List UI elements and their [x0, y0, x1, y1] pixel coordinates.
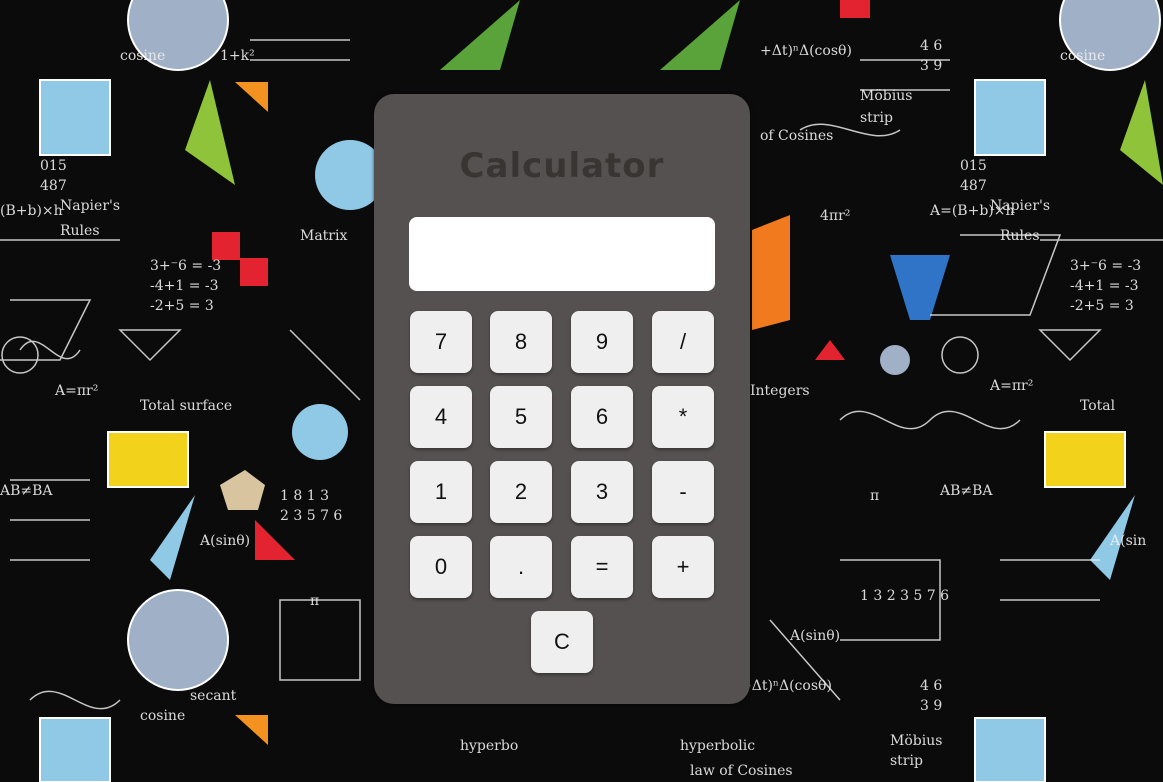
- svg-text:1+k²: 1+k²: [220, 48, 255, 64]
- svg-text:A(sin: A(sin: [1109, 533, 1146, 549]
- svg-text:Rules: Rules: [1000, 228, 1040, 244]
- digit-7-button[interactable]: 7: [410, 311, 472, 373]
- svg-text:A=πr²: A=πr²: [989, 378, 1033, 394]
- svg-text:Napier's: Napier's: [60, 198, 120, 214]
- digit-9-button[interactable]: 9: [571, 311, 633, 373]
- add-button[interactable]: +: [652, 536, 714, 598]
- svg-text:strip: strip: [860, 110, 893, 126]
- svg-text:-4+1 = -3: -4+1 = -3: [1070, 278, 1139, 294]
- svg-text:hyperbo: hyperbo: [460, 738, 518, 754]
- svg-text:-2+5 = 3: -2+5 = 3: [1070, 298, 1134, 314]
- digit-5-button[interactable]: 5: [490, 386, 552, 448]
- svg-text:Matrix: Matrix: [300, 228, 347, 244]
- svg-text:law of Cosines: law of Cosines: [690, 763, 793, 779]
- svg-text:A(sinθ): A(sinθ): [199, 533, 250, 549]
- clear-button[interactable]: C: [531, 611, 593, 673]
- calculator-title: Calculator: [459, 146, 665, 186]
- subtract-button[interactable]: -: [652, 461, 714, 523]
- svg-text:AB≠BA: AB≠BA: [0, 483, 53, 499]
- svg-text:cosine: cosine: [140, 708, 185, 724]
- svg-text:4 6: 4 6: [920, 38, 942, 54]
- svg-text:Möbius: Möbius: [890, 733, 942, 749]
- svg-text:487: 487: [40, 178, 67, 194]
- svg-text:AB≠BA: AB≠BA: [939, 483, 993, 499]
- svg-text:strip: strip: [890, 753, 923, 769]
- svg-text:π: π: [310, 593, 319, 609]
- svg-text:487: 487: [960, 178, 987, 194]
- svg-text:1 3 2 3 5 7 6: 1 3 2 3 5 7 6: [860, 588, 949, 604]
- svg-text:3+⁻6 = -3: 3+⁻6 = -3: [150, 258, 221, 274]
- svg-text:-4+1 = -3: -4+1 = -3: [150, 278, 219, 294]
- digit-0-button[interactable]: 0: [410, 536, 472, 598]
- svg-text:Möbius: Möbius: [860, 88, 912, 104]
- digit-3-button[interactable]: 3: [571, 461, 633, 523]
- svg-text:015: 015: [960, 158, 987, 174]
- svg-text:-2+5 = 3: -2+5 = 3: [150, 298, 214, 314]
- digit-8-button[interactable]: 8: [490, 311, 552, 373]
- svg-text:3 9: 3 9: [920, 58, 942, 74]
- svg-text:of Cosines: of Cosines: [760, 128, 833, 144]
- svg-text:3 9: 3 9: [920, 698, 942, 714]
- svg-text:π: π: [870, 488, 879, 504]
- divide-button[interactable]: /: [652, 311, 714, 373]
- svg-text:015: 015: [40, 158, 67, 174]
- svg-text:Integers: Integers: [750, 383, 810, 399]
- svg-text:Total: Total: [1080, 398, 1116, 414]
- svg-text:1 8 1 3: 1 8 1 3: [280, 488, 329, 504]
- svg-text:A(sinθ): A(sinθ): [789, 628, 840, 644]
- svg-text:2 3 5 7 6: 2 3 5 7 6: [280, 508, 342, 524]
- digit-6-button[interactable]: 6: [571, 386, 633, 448]
- svg-text:(B+b)×h: (B+b)×h: [0, 203, 63, 219]
- svg-text:4πr²: 4πr²: [820, 208, 850, 224]
- svg-text:A=πr²: A=πr²: [54, 383, 98, 399]
- calculator-panel: Calculator 7 8 9 / 4 5 6 * 1 2 3 - 0 . =…: [374, 94, 750, 704]
- decimal-point-button[interactable]: .: [490, 536, 552, 598]
- svg-text:3+⁻6 = -3: 3+⁻6 = -3: [1070, 258, 1141, 274]
- digit-1-button[interactable]: 1: [410, 461, 472, 523]
- svg-text:Rules: Rules: [60, 223, 100, 239]
- svg-text:cosine: cosine: [1060, 48, 1105, 64]
- svg-text:A=(B+b)×h: A=(B+b)×h: [929, 203, 1015, 219]
- svg-text:+Δt)ⁿΔ(cosθ): +Δt)ⁿΔ(cosθ): [740, 678, 832, 694]
- svg-text:+Δt)ⁿΔ(cosθ): +Δt)ⁿΔ(cosθ): [760, 43, 852, 59]
- multiply-button[interactable]: *: [652, 386, 714, 448]
- svg-text:cosine: cosine: [120, 48, 165, 64]
- svg-text:secant: secant: [190, 688, 237, 704]
- digit-4-button[interactable]: 4: [410, 386, 472, 448]
- svg-text:Total surface: Total surface: [140, 398, 232, 414]
- svg-text:hyperbolic: hyperbolic: [680, 738, 755, 754]
- calculator-display[interactable]: [409, 217, 715, 291]
- digit-2-button[interactable]: 2: [490, 461, 552, 523]
- svg-text:4 6: 4 6: [920, 678, 942, 694]
- equals-button[interactable]: =: [571, 536, 633, 598]
